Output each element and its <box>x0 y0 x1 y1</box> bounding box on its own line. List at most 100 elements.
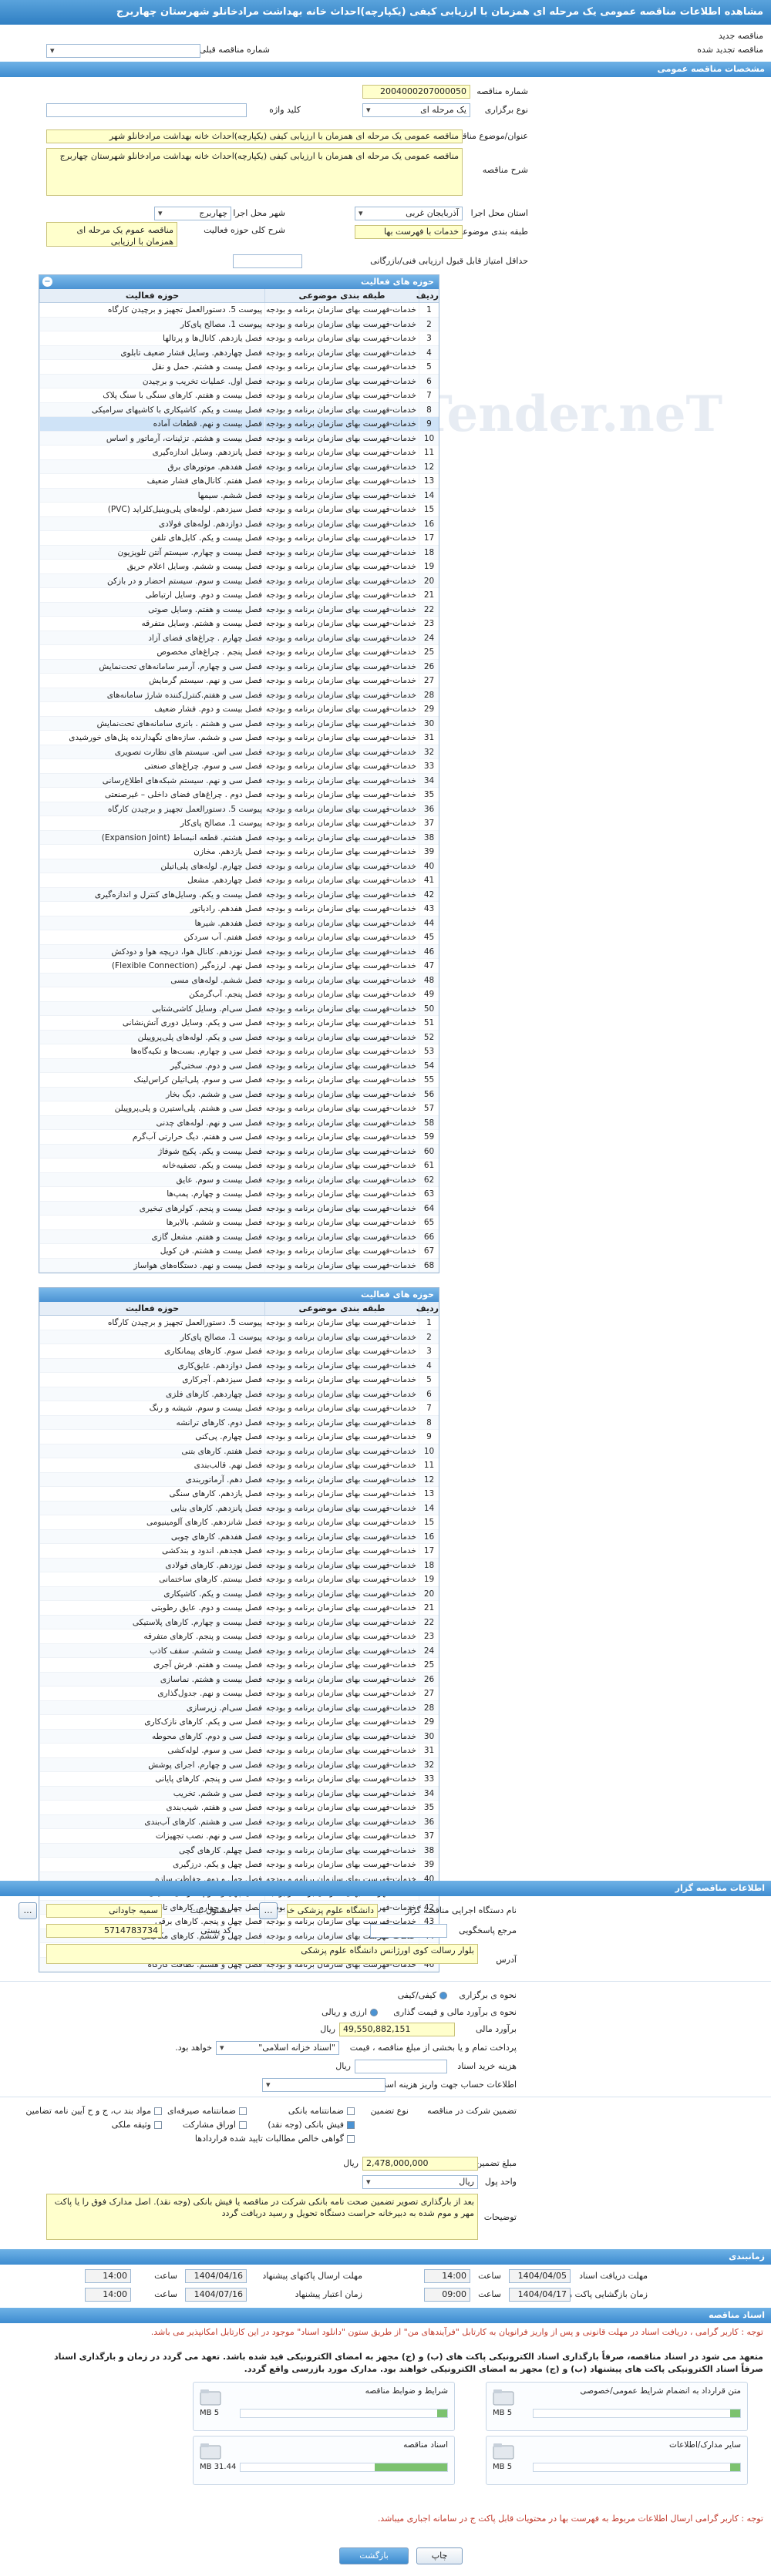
table-row[interactable]: 2 خدمات-فهرست بهای سازمان برنامه و بودجه پ… <box>39 1330 439 1344</box>
table-row[interactable]: 23 خدمات-فهرست بهای سازمان برنامه و بودجه… <box>39 617 439 631</box>
table-row[interactable]: 34 خدمات-فهرست بهای سازمان برنامه و بودجه… <box>39 773 439 788</box>
table-row[interactable]: 16 خدمات-فهرست بهای سازمان برنامه و بودجه… <box>39 516 439 531</box>
table-row[interactable]: 7 خدمات-فهرست بهای سازمان برنامه و بودجه ف… <box>39 1401 439 1416</box>
file-card[interactable]: اسناد مناقصه 31.44 MB <box>193 2436 455 2485</box>
table-row[interactable]: 40 خدمات-فهرست بهای سازمان برنامه و بودجه… <box>39 859 439 873</box>
currency-select[interactable]: ریال <box>362 2175 478 2189</box>
table-row[interactable]: 57 خدمات-فهرست بهای سازمان برنامه و بودجه… <box>39 1101 439 1116</box>
table-row[interactable]: 20 خدمات-فهرست بهای سازمان برنامه و بودجه… <box>39 573 439 588</box>
table-row[interactable]: 38 خدمات-فهرست بهای سازمان برنامه و بودجه… <box>39 1843 439 1858</box>
table-row[interactable]: 61 خدمات-فهرست بهای سازمان برنامه و بودجه… <box>39 1159 439 1173</box>
table-row[interactable]: 34 خدمات-فهرست بهای سازمان برنامه و بودجه… <box>39 1786 439 1801</box>
quality-radio[interactable]: کیفی/کیفی <box>398 1990 447 2000</box>
table-row[interactable]: 29 خدمات-فهرست بهای سازمان برنامه و بودجه… <box>39 702 439 717</box>
back-button[interactable]: بازگشت <box>339 2547 409 2564</box>
table-row[interactable]: 14 خدمات-فهرست بهای سازمان برنامه و بودجه… <box>39 1501 439 1515</box>
table-row[interactable]: 48 خدمات-فهرست بهای سازمان برنامه و بودجه… <box>39 973 439 987</box>
table-row[interactable]: 3 خدمات-فهرست بهای سازمان برنامه و بودجه ف… <box>39 1344 439 1359</box>
table-row[interactable]: 26 خدمات-فهرست بهای سازمان برنامه و بودجه… <box>39 1672 439 1687</box>
guarantee-opt-claims[interactable]: گواهی خالص مطالبات تایید شده قراردادها <box>195 2134 355 2144</box>
table-row[interactable]: 62 خدمات-فهرست بهای سازمان برنامه و بودجه… <box>39 1172 439 1187</box>
file-card[interactable]: سایر مدارک/اطلاعات 5 MB <box>486 2436 748 2485</box>
table-row[interactable]: 35 خدمات-فهرست بهای سازمان برنامه و بودجه… <box>39 788 439 802</box>
table-row[interactable]: 6 خدمات-فهرست بهای سازمان برنامه و بودجه ف… <box>39 374 439 388</box>
resp-select-button[interactable]: … <box>19 1902 37 1919</box>
table-row[interactable]: 41خدمات-فهرست بهای سازمان برنامه و بودجه… <box>39 873 439 888</box>
table-row[interactable]: 14 خدمات-فهرست بهای سازمان برنامه و بودجه… <box>39 488 439 503</box>
table-row[interactable]: 18 خدمات-فهرست بهای سازمان برنامه و بودجه… <box>39 1558 439 1572</box>
guarantee-opt-bonds[interactable]: اوراق مشارکت <box>183 2120 247 2130</box>
table-row[interactable]: 26 خدمات-فهرست بهای سازمان برنامه و بودجه… <box>39 659 439 674</box>
table-row[interactable]: 9 خدمات-فهرست بهای سازمان برنامه و بودجه ف… <box>39 1430 439 1444</box>
table-row[interactable]: 36 خدمات-فهرست بهای سازمان برنامه و بودجه… <box>39 802 439 816</box>
print-button[interactable]: چاپ <box>416 2547 463 2564</box>
table-row[interactable]: 4 خدمات-فهرست بهای سازمان برنامه و بودجه ف… <box>39 1358 439 1373</box>
province-select[interactable]: آذربایجان غربی <box>355 207 463 220</box>
table-row[interactable]: 39 خدمات-فهرست بهای سازمان برنامه و بودجه… <box>39 1858 439 1872</box>
table-row[interactable]: 7 خدمات-فهرست بهای سازمان برنامه و بودجه ف… <box>39 388 439 403</box>
table-row[interactable]: 37 خدمات-فهرست بهای سازمان برنامه و بودجه… <box>39 816 439 831</box>
table-row[interactable]: 12 خدمات-فهرست بهای سازمان برنامه و بودجه… <box>39 459 439 474</box>
table-row[interactable]: 36 خدمات-فهرست بهای سازمان برنامه و بودجه… <box>39 1814 439 1829</box>
table-row[interactable]: 54 خدمات-فهرست بهای سازمان برنامه و بودجه… <box>39 1058 439 1073</box>
adjust-select[interactable]: "اسناد خزانه اسلامی" <box>216 2041 339 2055</box>
table-row[interactable]: 24 خدمات-فهرست بهای سازمان برنامه و بودجه… <box>39 631 439 645</box>
table-row[interactable]: 25 خدمات-فهرست بهای سازمان برنامه و بودجه… <box>39 645 439 660</box>
table-row[interactable]: 31 خدمات-فهرست بهای سازمان برنامه و بودجه… <box>39 731 439 745</box>
table-row[interactable]: 30 خدمات-فهرست بهای سازمان برنامه و بودجه… <box>39 716 439 731</box>
table-row[interactable]: 1 خدمات-فهرست بهای سازمان برنامه و بودجه پ… <box>39 1316 439 1330</box>
table-row[interactable]: 16 خدمات-فهرست بهای سازمان برنامه و بودجه… <box>39 1529 439 1544</box>
table-row[interactable]: 3 خدمات-فهرست بهای سازمان برنامه و بودجه ف… <box>39 331 439 346</box>
table-row[interactable]: 52 خدمات-فهرست بهای سازمان برنامه و بودجه… <box>39 1030 439 1044</box>
file-card[interactable]: شرایط و ضوابط مناقصه 5 MB <box>193 2382 455 2431</box>
table-row[interactable]: 11 خدمات-فهرست بهای سازمان برنامه و بودجه… <box>39 446 439 460</box>
table-row[interactable]: 42خدمات-فهرست بهای سازمان برنامه و بودجه… <box>39 887 439 902</box>
collapse-icon[interactable]: − <box>42 277 52 287</box>
table-row[interactable]: 63 خدمات-فهرست بهای سازمان برنامه و بودجه… <box>39 1187 439 1202</box>
table-row[interactable]: 31 خدمات-فهرست بهای سازمان برنامه و بودجه… <box>39 1744 439 1758</box>
currency-radio[interactable]: ارزی و ریالی <box>322 2007 378 2017</box>
table-row[interactable]: 30 خدمات-فهرست بهای سازمان برنامه و بودجه… <box>39 1729 439 1744</box>
table-row[interactable]: 65 خدمات-فهرست بهای سازمان برنامه و بودجه… <box>39 1216 439 1230</box>
type-select[interactable]: یک مرحله ای <box>362 103 470 117</box>
table-row[interactable]: 56 خدمات-فهرست بهای سازمان برنامه و بودجه… <box>39 1087 439 1101</box>
table-row[interactable]: 59 خدمات-فهرست بهای سازمان برنامه و بودجه… <box>39 1130 439 1145</box>
table-row[interactable]: 39 خدمات-فهرست بهای سازمان برنامه و بودجه… <box>39 845 439 859</box>
table-row[interactable]: 19 خدمات-فهرست بهای سازمان برنامه و بودجه… <box>39 560 439 574</box>
table-row[interactable]: 15 خدمات-فهرست بهای سازمان برنامه و بودجه… <box>39 503 439 517</box>
table-row[interactable]: 33 خدمات-فهرست بهای سازمان برنامه و بودجه… <box>39 759 439 774</box>
table-row[interactable]: 29 خدمات-فهرست بهای سازمان برنامه و بودجه… <box>39 1715 439 1730</box>
table-row[interactable]: 24 خدمات-فهرست بهای سازمان برنامه و بودجه… <box>39 1643 439 1658</box>
table-row[interactable]: 28 خدمات-فهرست بهای سازمان برنامه و بودجه… <box>39 1700 439 1715</box>
table-row[interactable]: 17 خدمات-فهرست بهای سازمان برنامه و بودجه… <box>39 1544 439 1559</box>
table-row[interactable]: 18 خدمات-فهرست بهای سازمان برنامه و بودجه… <box>39 545 439 560</box>
table-row[interactable]: 23 خدمات-فهرست بهای سازمان برنامه و بودجه… <box>39 1629 439 1644</box>
table-row[interactable]: 22 خدمات-فهرست بهای سازمان برنامه و بودجه… <box>39 602 439 617</box>
city-select[interactable]: چهاربرج <box>154 207 231 220</box>
prev-number-select[interactable] <box>46 44 200 58</box>
table-row[interactable]: 12 خدمات-فهرست بهای سازمان برنامه و بودجه… <box>39 1472 439 1487</box>
table-row[interactable]: 2 خدمات-فهرست بهای سازمان برنامه و بودجه پ… <box>39 317 439 331</box>
guarantee-opt-cash[interactable]: فیش بانکی (وجه نقد) <box>268 2120 355 2130</box>
table-row[interactable]: 8 خدمات-فهرست بهای سازمان برنامه و بودجه ف… <box>39 402 439 417</box>
table-row[interactable]: 6 خدمات-فهرست بهای سازمان برنامه و بودجه ف… <box>39 1387 439 1401</box>
table-row[interactable]: 21 خدمات-فهرست بهای سازمان برنامه و بودجه… <box>39 588 439 603</box>
table-row[interactable]: 4 خدمات-فهرست بهای سازمان برنامه و بودجه ف… <box>39 345 439 360</box>
table-row[interactable]: 67 خدمات-فهرست بهای سازمان برنامه و بودجه… <box>39 1244 439 1259</box>
table-row[interactable]: 50 خدمات-فهرست بهای سازمان برنامه و بودجه… <box>39 1001 439 1016</box>
table-row[interactable]: 55 خدمات-فهرست بهای سازمان برنامه و بودجه… <box>39 1073 439 1088</box>
file-card[interactable]: متن قرارداد به انضمام شرایط عمومی/خصوصی … <box>486 2382 748 2431</box>
table-row[interactable]: 33 خدمات-فهرست بهای سازمان برنامه و بودجه… <box>39 1772 439 1787</box>
table-row[interactable]: 1 خدمات-فهرست بهای سازمان برنامه و بودجه پ… <box>39 303 439 318</box>
table-row[interactable]: 13 خدمات-فهرست بهای سازمان برنامه و بودجه… <box>39 474 439 489</box>
table-row[interactable]: 15 خدمات-فهرست بهای سازمان برنامه و بودجه… <box>39 1515 439 1530</box>
table-row[interactable]: 17 خدمات-فهرست بهای سازمان برنامه و بودجه… <box>39 531 439 546</box>
table-row[interactable]: 21 خدمات-فهرست بهای سازمان برنامه و بودجه… <box>39 1601 439 1616</box>
table-row[interactable]: 11 خدمات-فهرست بهای سازمان برنامه و بودجه… <box>39 1458 439 1473</box>
account-select[interactable] <box>262 2078 386 2092</box>
table-row[interactable]: 64 خدمات-فهرست بهای سازمان برنامه و بودجه… <box>39 1201 439 1216</box>
table-row[interactable]: 28 خدمات-فهرست بهای سازمان برنامه و بودجه… <box>39 688 439 702</box>
table-row[interactable]: 47 خدمات-فهرست بهای سازمان برنامه و بودجه… <box>39 959 439 974</box>
table-row[interactable]: 5 خدمات-فهرست بهای سازمان برنامه و بودجه ف… <box>39 1373 439 1387</box>
table-row[interactable]: 46 خدمات-فهرست بهای سازمان برنامه و بودجه… <box>39 944 439 959</box>
